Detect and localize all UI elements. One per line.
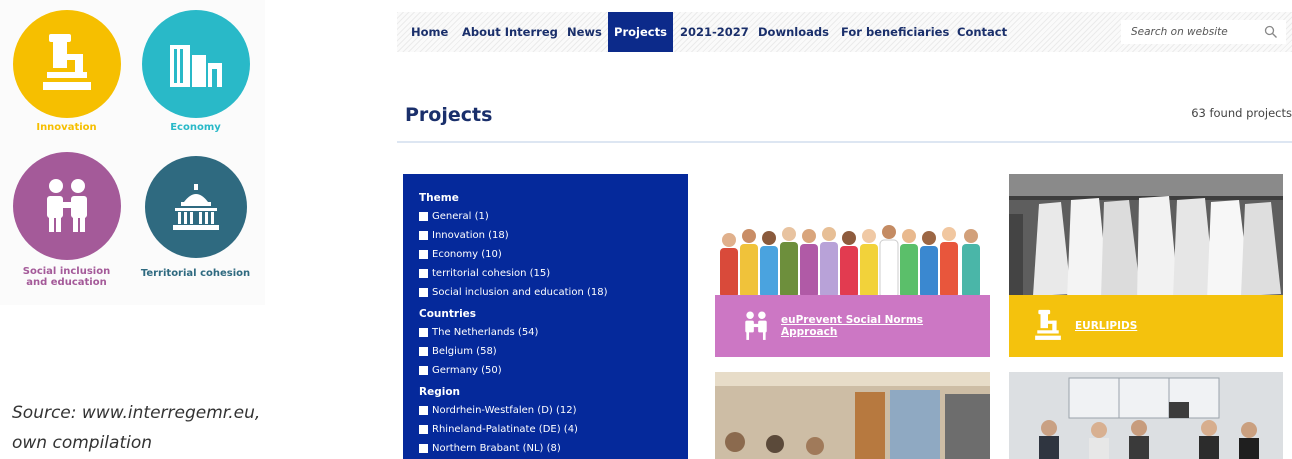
filter-option-label: The Netherlands (54)	[432, 327, 539, 338]
nav-item-downloads[interactable]: Downloads	[758, 12, 829, 52]
filter-option-label: territorial cohesion (15)	[432, 268, 551, 279]
nav-item-projects[interactable]: Projects	[608, 12, 673, 52]
source-note-line: Source: www.interregemr.eu,	[12, 403, 261, 423]
microscope-icon	[1035, 309, 1061, 340]
project-card[interactable]	[1009, 372, 1283, 459]
found-projects-count: 63 found projects	[1191, 106, 1292, 120]
filter-group-countries: Countries The Netherlands (54) Belgium (…	[419, 308, 688, 380]
filter-option[interactable]: territorial cohesion (15)	[419, 264, 688, 283]
project-title-line: EURLIPIDS	[1075, 320, 1138, 332]
filter-option-label: Belgium (58)	[432, 346, 497, 357]
handshake-people-icon	[12, 152, 121, 260]
source-note-line: own compilation	[12, 433, 153, 453]
theme-label: Economy	[170, 122, 221, 133]
project-card-band: euPrevent Social Norms Approach	[715, 295, 990, 357]
buildings-icon	[141, 10, 250, 118]
theme-tile-economy: Economy	[133, 10, 258, 145]
project-card[interactable]: EURLIPIDS	[1009, 174, 1283, 357]
filter-group-region: Region Nordrhein-Westfalen (D) (12) Rhin…	[419, 386, 688, 458]
checkbox[interactable]	[419, 269, 428, 278]
filter-option-label: Innovation (18)	[432, 230, 509, 241]
theme-label: Territorial cohesion	[140, 268, 251, 279]
filter-option[interactable]: Germany (50)	[419, 361, 688, 380]
checkbox[interactable]	[419, 425, 428, 434]
filter-panel: Theme General (1) Innovation (18) Econom…	[403, 174, 688, 459]
handshake-people-icon	[745, 311, 767, 340]
filter-option-label: General (1)	[432, 211, 489, 222]
screenshot-root: Innovation Economy Social inclusion and …	[0, 0, 1292, 459]
theme-label-line: Social inclusion	[22, 266, 111, 277]
filter-option[interactable]: Economy (10)	[419, 245, 688, 264]
source-note: Source: www.interregemr.eu, own compilat…	[12, 398, 260, 458]
checkbox[interactable]	[419, 212, 428, 221]
main-navigation: Home About Interreg News Projects 2021-2…	[397, 12, 1292, 52]
filter-option-label: Social inclusion and education (18)	[432, 287, 608, 298]
project-title-line: euPrevent Social Norms	[781, 314, 924, 326]
nav-item-2021-2027[interactable]: 2021-2027	[680, 12, 749, 52]
theme-tile-territorial-cohesion: Territorial cohesion	[133, 152, 258, 297]
filter-option[interactable]: Northern Brabant (NL) (8)	[419, 439, 688, 458]
filter-heading: Countries	[419, 308, 477, 320]
project-card[interactable]	[715, 372, 990, 459]
filter-heading: Region	[419, 386, 461, 398]
checkbox[interactable]	[419, 366, 428, 375]
checkbox[interactable]	[419, 288, 428, 297]
checkbox[interactable]	[419, 328, 428, 337]
filter-option[interactable]: Nordrhein-Westfalen (D) (12)	[419, 401, 688, 420]
search-input[interactable]: Search on website	[1121, 20, 1286, 44]
theme-tile-social-inclusion: Social inclusion and education	[4, 152, 129, 297]
nav-item-home[interactable]: Home	[411, 12, 448, 52]
nav-item-contact[interactable]: Contact	[957, 12, 1007, 52]
project-card[interactable]: euPrevent Social Norms Approach	[715, 174, 990, 357]
checkbox[interactable]	[419, 444, 428, 453]
capitol-building-icon	[144, 156, 247, 258]
theme-label: Social inclusion and education	[4, 266, 129, 288]
project-card-band: EURLIPIDS	[1009, 295, 1283, 357]
filter-option-label: Germany (50)	[432, 365, 502, 376]
filter-option-label: Northern Brabant (NL) (8)	[432, 443, 561, 454]
filter-option[interactable]: The Netherlands (54)	[419, 323, 688, 342]
title-divider	[397, 141, 1292, 143]
filter-option[interactable]: General (1)	[419, 207, 688, 226]
nav-item-for-beneficiaries[interactable]: For beneficiaries	[841, 12, 949, 52]
group-photo	[1009, 372, 1283, 459]
filter-option-label: Nordrhein-Westfalen (D) (12)	[432, 405, 577, 416]
checkbox[interactable]	[419, 231, 428, 240]
meeting-room-photo	[715, 372, 990, 459]
filter-option[interactable]: Innovation (18)	[419, 226, 688, 245]
filter-heading: Theme	[419, 192, 459, 204]
nav-item-about-interreg[interactable]: About Interreg	[462, 12, 558, 52]
project-title-link[interactable]: EURLIPIDS	[1075, 320, 1137, 332]
checkbox[interactable]	[419, 347, 428, 356]
filter-option[interactable]: Belgium (58)	[419, 342, 688, 361]
filter-option[interactable]: Social inclusion and education (18)	[419, 283, 688, 302]
page-title: Projects	[405, 104, 493, 126]
checkbox[interactable]	[419, 406, 428, 415]
theme-tile-innovation: Innovation	[4, 10, 129, 145]
microscope-icon	[12, 10, 121, 118]
filter-option-label: Economy (10)	[432, 249, 502, 260]
theme-legend: Innovation Economy Social inclusion and …	[0, 0, 265, 305]
filter-group-theme: Theme General (1) Innovation (18) Econom…	[419, 192, 688, 302]
search-placeholder: Search on website	[1131, 26, 1228, 38]
filter-option-label: Rhineland-Palatinate (DE) (4)	[432, 424, 578, 435]
nav-item-news[interactable]: News	[567, 12, 602, 52]
project-title-link[interactable]: euPrevent Social Norms Approach	[781, 314, 923, 338]
search-icon[interactable]	[1264, 25, 1278, 39]
filter-option[interactable]: Rhineland-Palatinate (DE) (4)	[419, 420, 688, 439]
theme-label: Innovation	[36, 122, 97, 133]
checkbox[interactable]	[419, 250, 428, 259]
project-title-line: Approach	[781, 326, 838, 338]
theme-label-line: and education	[26, 277, 107, 288]
